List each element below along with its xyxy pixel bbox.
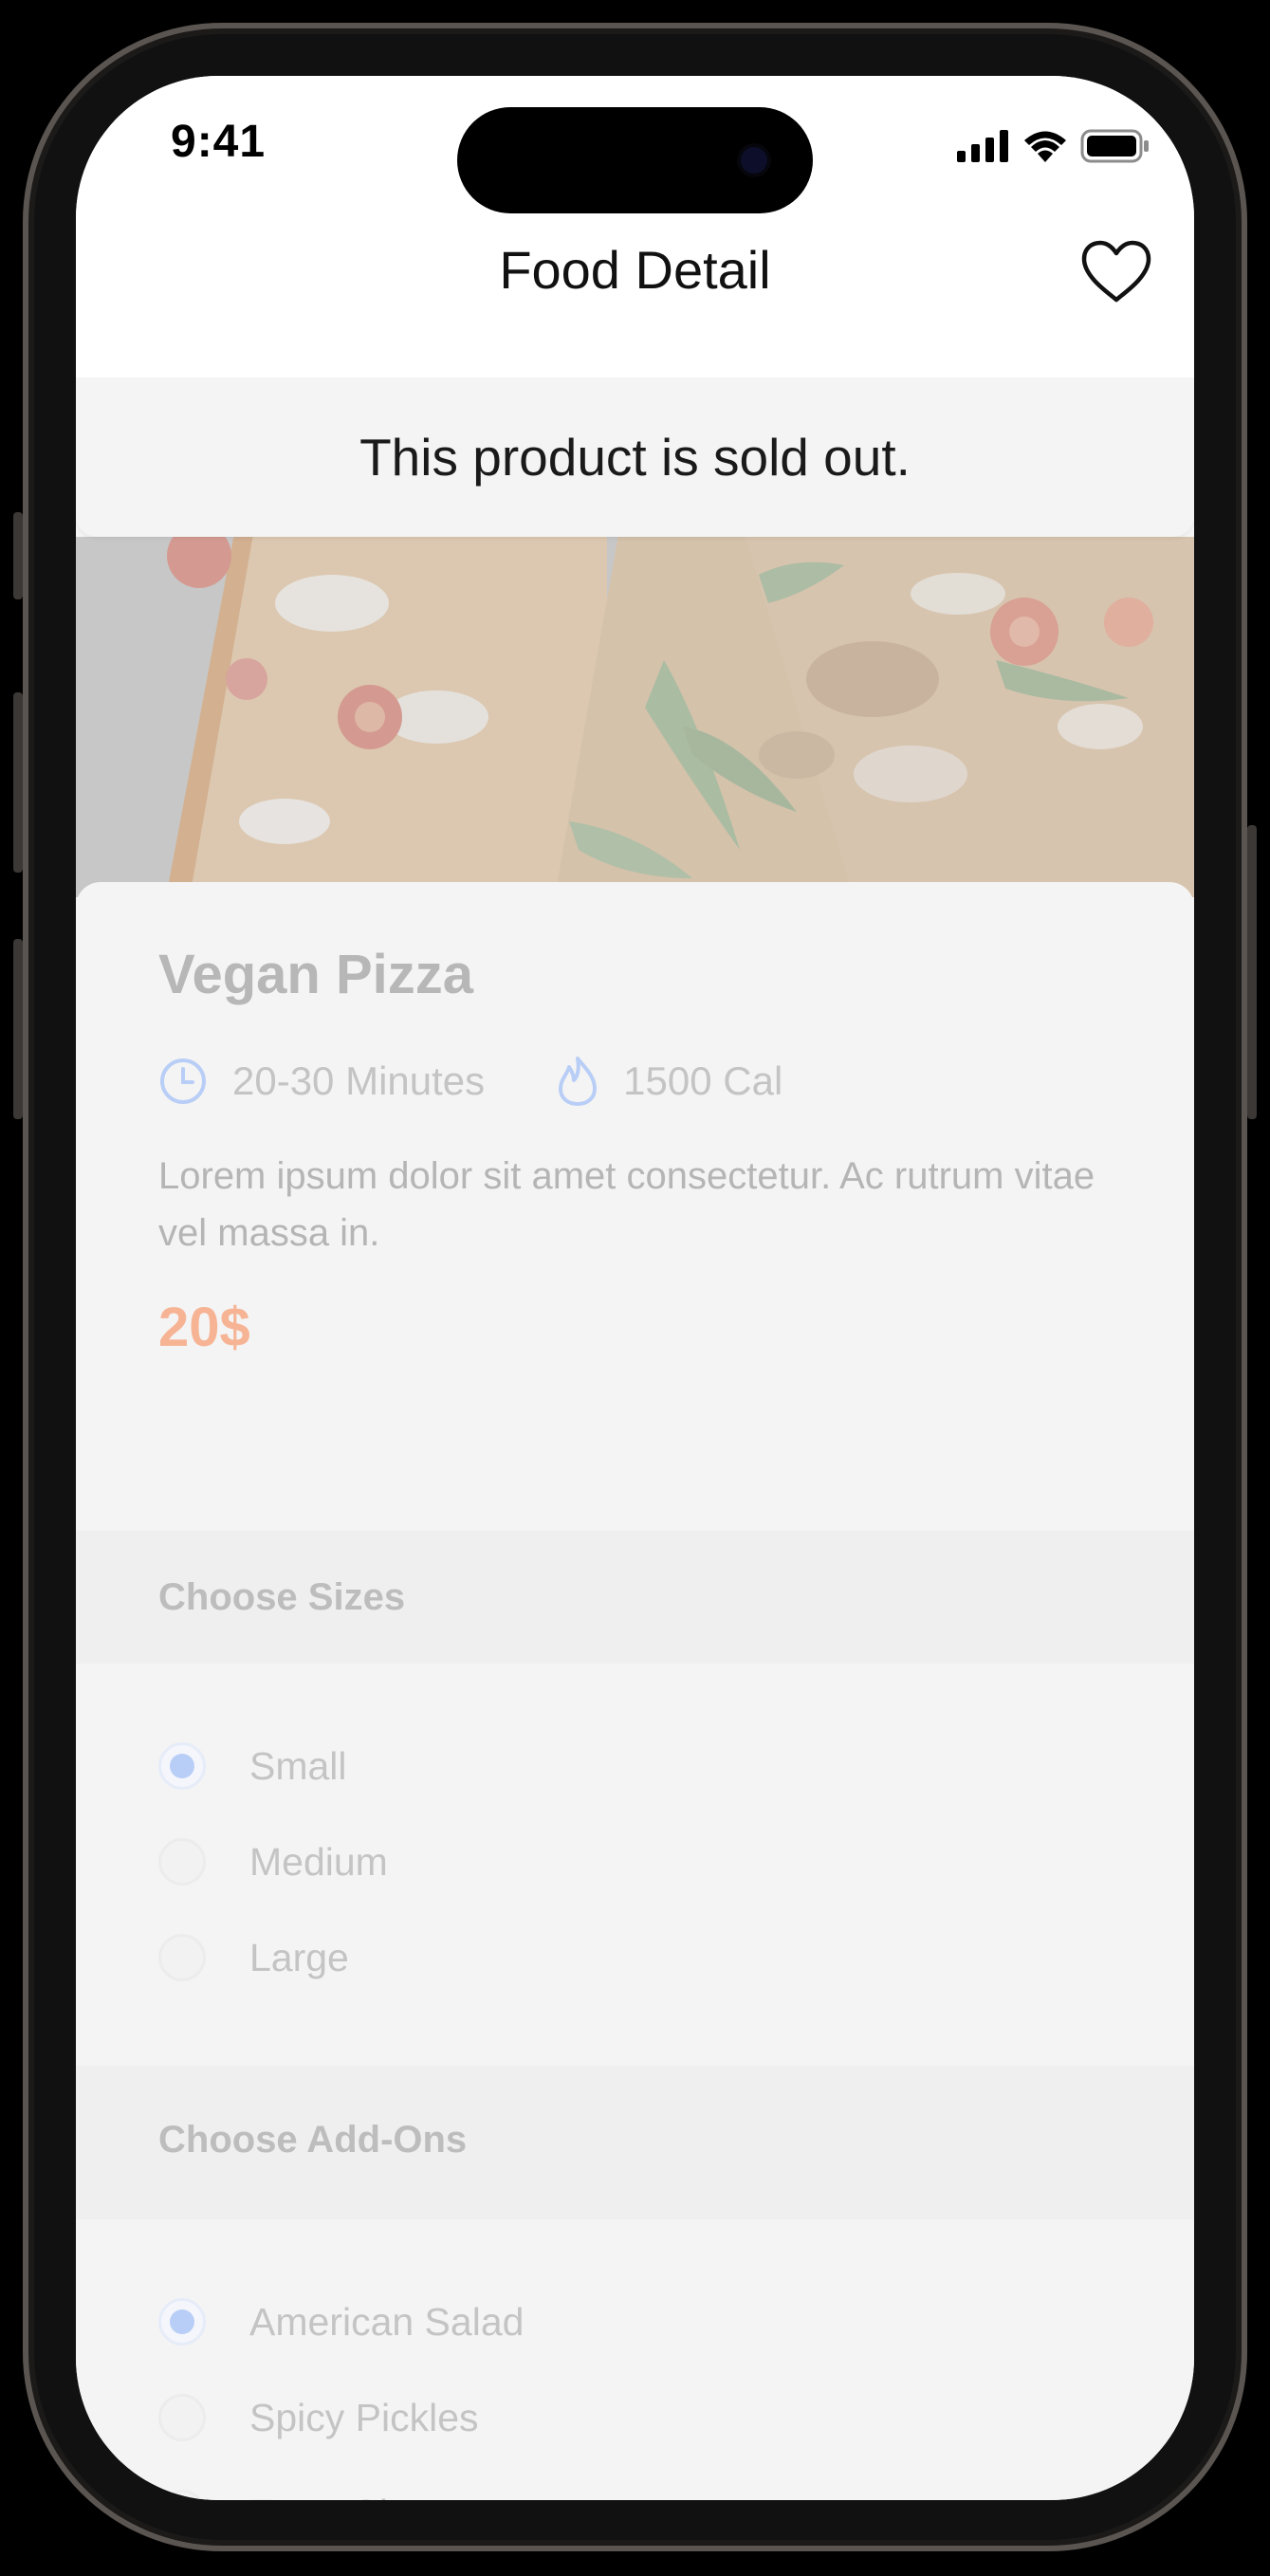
addons-title: Choose Add-Ons	[158, 2119, 468, 2161]
status-icons	[957, 127, 1150, 165]
sold-out-banner: This product is sold out.	[76, 377, 1194, 537]
food-description: Lorem ipsum dolor sit amet consectetur. …	[158, 1155, 1095, 1254]
option-label: Large	[249, 1935, 349, 1979]
radio-button[interactable]	[158, 2490, 206, 2500]
option-label: Extra Cheese	[249, 2492, 485, 2501]
addons-section-header: Choose Add-Ons	[76, 2066, 1194, 2219]
pizza-photo	[76, 537, 1194, 897]
power-button	[1247, 825, 1257, 1119]
option-label: American Salad	[249, 2299, 525, 2344]
sold-out-message: This product is sold out.	[359, 428, 911, 487]
volume-up-button	[13, 692, 23, 873]
radio-button[interactable]	[158, 1934, 206, 1981]
header-area: 9:41 Food Detail	[76, 76, 1194, 379]
prep-time-text: 20-30 Minutes	[232, 1058, 486, 1103]
food-name: Vegan Pizza	[158, 944, 474, 1005]
signal-icon	[957, 130, 1008, 162]
status-time: 9:41	[171, 117, 267, 167]
addon-option-extra-cheese[interactable]: Extra Cheese	[158, 2485, 485, 2500]
radio-button[interactable]	[158, 1838, 206, 1886]
page-title: Food Detail	[499, 240, 771, 300]
volume-down-button	[13, 939, 23, 1119]
option-label: Spicy Pickles	[249, 2395, 479, 2439]
addon-option-spicy-pickles[interactable]: Spicy Pickles	[158, 2389, 479, 2446]
front-camera	[741, 147, 767, 174]
dynamic-island	[457, 107, 813, 213]
addon-option-american-salad[interactable]: American Salad	[158, 2293, 524, 2350]
favorite-button[interactable]	[1080, 239, 1152, 305]
size-option-medium[interactable]: Medium	[158, 1833, 388, 1890]
radio-button[interactable]	[158, 1742, 206, 1790]
radio-button[interactable]	[158, 2298, 206, 2346]
clock-icon	[160, 1058, 206, 1104]
size-option-large[interactable]: Large	[158, 1929, 349, 1986]
sizes-section-header: Choose Sizes	[76, 1531, 1194, 1664]
option-label: Medium	[249, 1839, 388, 1884]
calories: 1500 Cal	[557, 1056, 782, 1107]
heart-outline-icon	[1081, 240, 1151, 303]
food-image	[76, 537, 1194, 897]
size-option-small[interactable]: Small	[158, 1738, 347, 1794]
prep-time: 20-30 Minutes	[158, 1057, 485, 1106]
radio-button[interactable]	[158, 2394, 206, 2441]
product-meta: 20-30 Minutes 1500 Cal	[158, 1053, 782, 1110]
sizes-title: Choose Sizes	[158, 1576, 406, 1618]
action-button	[13, 512, 23, 599]
option-label: Small	[249, 1743, 347, 1788]
battery-icon	[1080, 129, 1149, 163]
calories-text: 1500 Cal	[623, 1058, 783, 1103]
flame-icon	[559, 1057, 598, 1106]
wifi-icon	[1024, 131, 1066, 162]
app-screen: 9:41 Food Detail This product is sold ou…	[76, 76, 1194, 2500]
food-price: 20$	[158, 1297, 250, 1358]
product-details-card: Vegan Pizza 20-30 Minutes 1500 Cal Lorem…	[76, 882, 1194, 2500]
